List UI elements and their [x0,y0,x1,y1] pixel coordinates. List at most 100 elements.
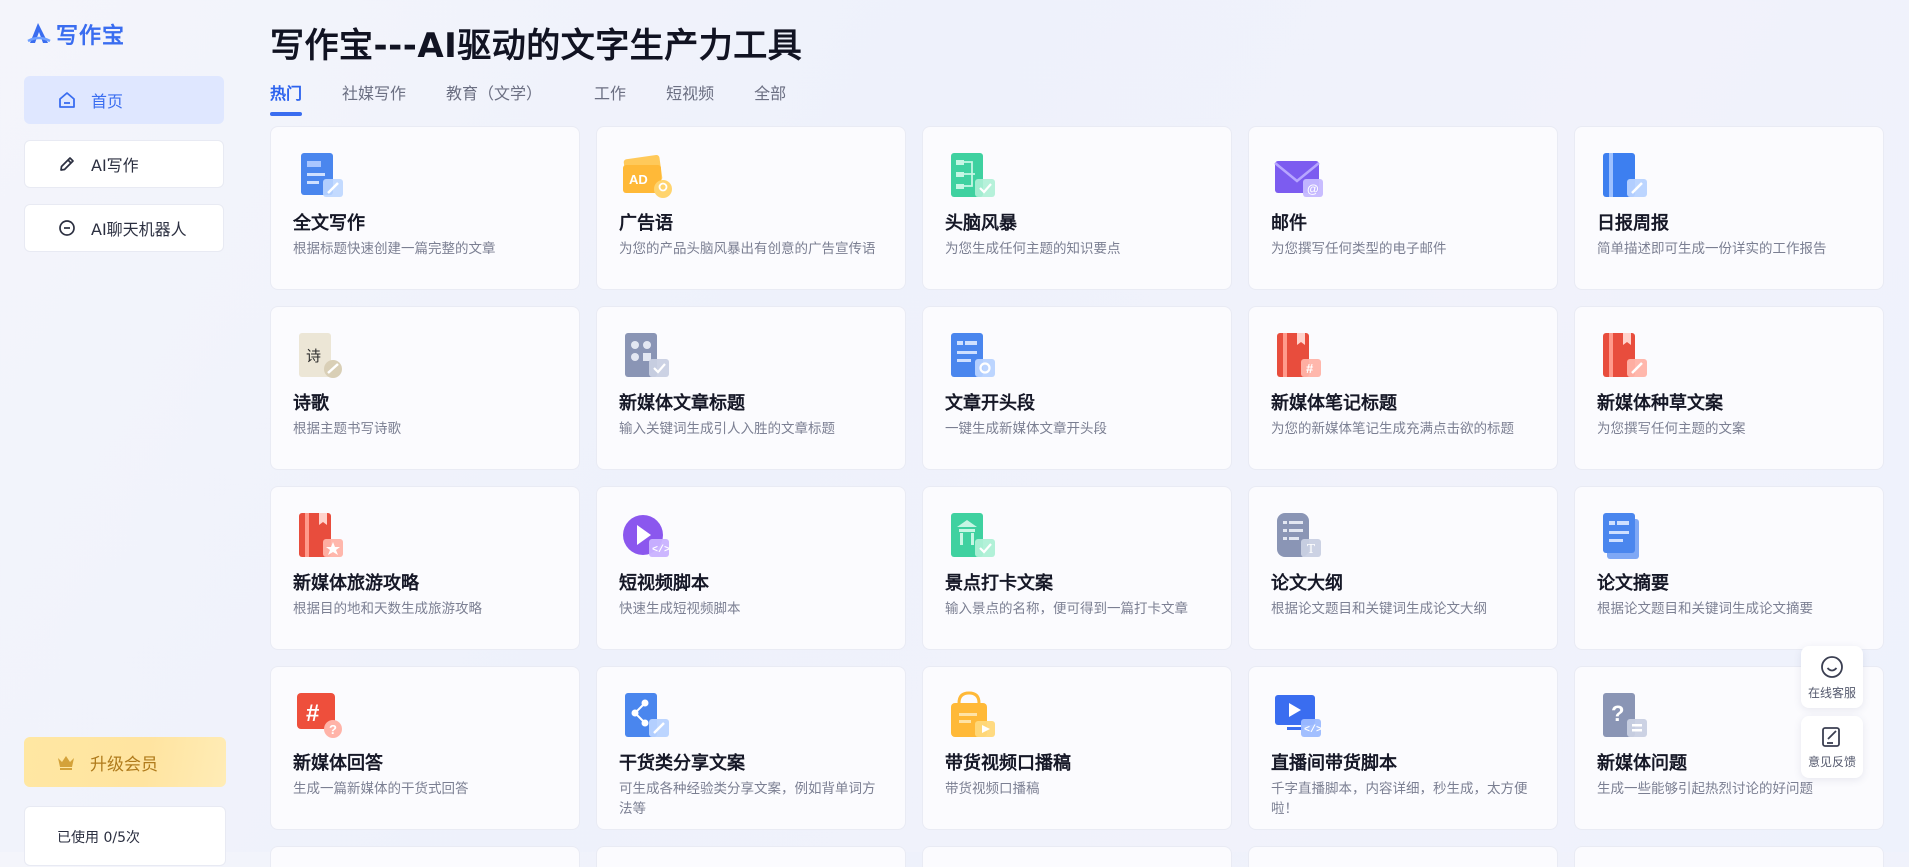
poem-scroll-icon: 诗 [299,333,342,378]
chat-bubble-icon [59,220,75,236]
tool-card[interactable] [270,846,580,867]
card-desc: 为您的产品头脑风暴出有创意的广告宣传语 [619,241,876,257]
card-desc: 为您撰写任何类型的电子邮件 [1271,241,1447,257]
card-desc: 生成一些能够引起热烈讨论的好问题 [1597,781,1813,797]
card-title: 新媒体旅游攻略 [293,573,419,594]
feedback-button[interactable]: 意见反馈 [1801,716,1863,778]
svg-text:?: ? [329,722,337,737]
tool-card[interactable]: 文章开头段 一键生成新媒体文章开头段 [922,306,1232,470]
abstract-doc-icon [1603,513,1639,559]
upgrade-button[interactable]: 升级会员 [24,737,226,787]
tab-hot[interactable]: 热门 [270,80,303,116]
smile-headset-icon [1821,655,1843,678]
tool-card[interactable]: 干货类分享文案 可生成各种经验类分享文案，例如背单词方法等 [596,666,906,830]
tool-card[interactable]: 新媒体文章标题 输入关键词生成引人入胜的文章标题 [596,306,906,470]
report-book-icon [1603,153,1647,197]
sidebar-item-ai-chatbot[interactable]: AI聊天机器人 [24,204,224,252]
tab-social-writing[interactable]: 社媒写作 [342,80,406,104]
tool-card[interactable]: 日报周报 简单描述即可生成一份详实的工作报告 [1574,126,1884,290]
sidebar-item-label: 首页 [91,92,124,111]
tool-card[interactable] [596,846,906,867]
notebook-hash-icon: # [1277,333,1321,377]
card-desc: 为您撰写任何主题的文案 [1597,421,1746,437]
tool-card[interactable]: T 论文大纲 根据论文题目和关键词生成论文大纲 [1248,486,1558,650]
card-desc: 根据标题快速创建一篇完整的文章 [293,241,496,257]
card-desc: 简单描述即可生成一份详实的工作报告 [1597,241,1827,257]
home-icon [59,92,75,108]
usage-panel: 已使用 0/5次 [24,806,226,866]
card-title: 诗歌 [293,393,329,414]
app-logo[interactable]: 写作宝 [26,18,125,50]
tab-short-video[interactable]: 短视频 [666,80,714,104]
card-desc: 生成一篇新媒体的干货式回答 [293,781,469,797]
svg-text:</>: </> [652,544,670,556]
upgrade-label: 升级会员 [90,754,158,775]
tool-card[interactable]: 全文写作 根据标题快速创建一篇完整的文章 [270,126,580,290]
envelope-icon: @ [1274,161,1323,197]
card-desc: 快速生成短视频脚本 [619,601,741,617]
question-doc-icon: ? [1603,693,1647,737]
document-gear-icon [951,333,995,377]
svg-text:?: ? [1611,701,1624,726]
crown-icon [58,756,74,770]
tool-card[interactable]: # ? 新媒体回答 生成一篇新媒体的干货式回答 [270,666,580,830]
tool-card[interactable]: 论文摘要 根据论文题目和关键词生成论文摘要 [1574,486,1884,650]
svg-text:#: # [1306,361,1314,376]
tool-card[interactable]: AD 广告语 为您的产品头脑风暴出有创意的广告宣传语 [596,126,906,290]
tool-card[interactable] [1574,846,1884,867]
tool-card[interactable]: 诗 诗歌 根据主题书写诗歌 [270,306,580,470]
card-title: 新媒体种草文案 [1597,393,1723,414]
svg-text:AD: AD [629,172,648,187]
online-service-button[interactable]: 在线客服 [1801,646,1863,708]
sidebar-item-label: AI聊天机器人 [91,220,187,239]
card-title: 景点打卡文案 [945,573,1053,594]
outline-list-icon: T [1277,513,1321,557]
article-title-icon [625,333,669,377]
card-title: 干货类分享文案 [619,753,745,774]
tool-card[interactable]: # 新媒体笔记标题 为您的新媒体笔记生成充满点击欲的标题 [1248,306,1558,470]
ad-card-icon: AD [623,155,672,198]
card-desc: 千字直播脚本，内容详细，秒生成，太方便啦！ [1271,781,1528,817]
pen-icon [60,157,74,171]
card-desc: 带货视频口播稿 [945,781,1040,797]
sidebar-item-home[interactable]: 首页 [24,76,224,124]
tool-card[interactable] [1248,846,1558,867]
card-title: 直播间带货脚本 [1271,753,1397,774]
card-desc: 根据论文题目和关键词生成论文大纲 [1271,601,1487,617]
tab-education[interactable]: 教育（文学） [446,80,542,104]
tool-card[interactable]: </> 直播间带货脚本 千字直播脚本，内容详细，秒生成，太方便啦！ [1248,666,1558,830]
sidebar-item-ai-writing[interactable]: AI写作 [24,140,224,188]
card-title: 文章开头段 [945,393,1035,414]
tool-card[interactable]: 新媒体旅游攻略 根据目的地和天数生成旅游攻略 [270,486,580,650]
notebook-star-icon [299,513,343,557]
tab-all[interactable]: 全部 [754,80,786,104]
sidebar-item-label: AI写作 [91,156,139,175]
card-title: 论文摘要 [1597,573,1669,594]
online-service-label: 在线客服 [1807,685,1856,700]
card-desc: 一键生成新媒体文章开头段 [945,421,1107,437]
tool-card[interactable]: 景点打卡文案 输入景点的名称，便可得到一篇打卡文章 [922,486,1232,650]
svg-text:@: @ [1307,182,1319,196]
svg-text:</>: </> [1304,724,1322,736]
svg-text:#: # [306,700,319,727]
card-desc: 根据论文题目和关键词生成论文摘要 [1597,601,1813,617]
tool-card[interactable]: 头脑风暴 为您生成任何主题的知识要点 [922,126,1232,290]
tool-card-grid-next-row [270,846,1884,867]
card-title: 带货视频口播稿 [945,753,1071,774]
edit-note-icon [1822,726,1840,747]
sidebar: 写作宝 首页 AI写作 AI聊天机器人 升级会员 已使用 0/5次 [0,0,250,866]
page-title: 写作宝---AI驱动的文字生产力工具 [270,26,803,66]
tool-card[interactable] [922,846,1232,867]
video-play-icon: </> [623,515,670,557]
tool-card[interactable]: 新媒体种草文案 为您撰写任何主题的文案 [1574,306,1884,470]
card-title: 新媒体笔记标题 [1271,393,1397,414]
app-name: 写作宝 [56,24,126,49]
card-title: 邮件 [1271,213,1307,234]
tool-card[interactable]: @ 邮件 为您撰写任何类型的电子邮件 [1248,126,1558,290]
live-screen-icon: </> [1275,695,1322,737]
tab-work[interactable]: 工作 [594,80,626,104]
card-desc: 根据目的地和天数生成旅游攻略 [293,601,482,617]
tool-card[interactable]: 带货视频口播稿 带货视频口播稿 [922,666,1232,830]
tool-card[interactable]: </> 短视频脚本 快速生成短视频脚本 [596,486,906,650]
card-title: 新媒体回答 [293,753,383,774]
